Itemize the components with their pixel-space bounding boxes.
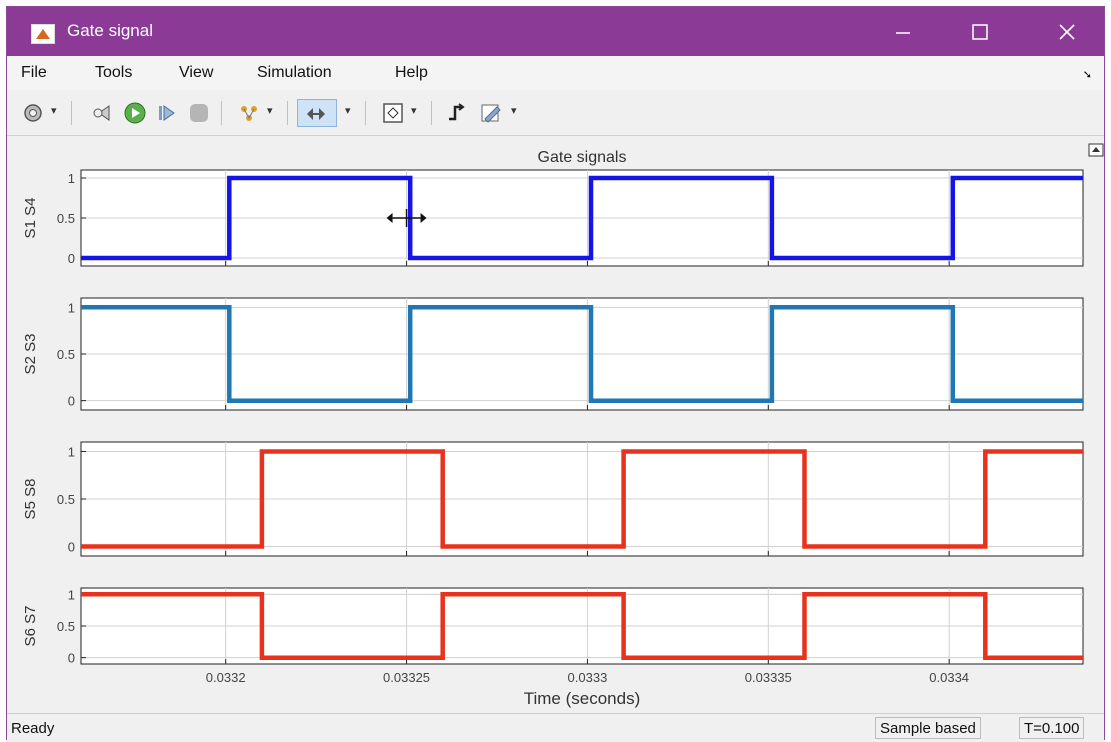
- settings-dropdown[interactable]: [51, 104, 61, 119]
- y-axis-label: S1 S4: [22, 198, 39, 239]
- y-tick-label: 0: [68, 540, 75, 555]
- menu-tools[interactable]: Tools: [95, 64, 132, 82]
- maximize-button[interactable]: [957, 15, 1003, 49]
- x-axis-label: Time (seconds): [524, 689, 641, 708]
- y-axis-label: S5 S8: [22, 479, 39, 520]
- signal-selector-icon[interactable]: [237, 101, 261, 125]
- status-text: Ready: [11, 720, 55, 737]
- zoom-button[interactable]: [297, 99, 337, 127]
- menu-file[interactable]: File: [21, 64, 47, 82]
- y-tick-label: 0.5: [57, 619, 75, 634]
- stop-icon[interactable]: [187, 101, 211, 125]
- x-tick-label: 0.0333: [568, 670, 608, 685]
- signal-selector-dropdown[interactable]: [267, 104, 277, 119]
- toolbar-separator: [365, 101, 366, 125]
- maximize-icon: [972, 24, 988, 40]
- menu-simulation[interactable]: Simulation: [257, 64, 332, 82]
- y-axis-label: S6 S7: [22, 606, 39, 647]
- toolbar-separator: [287, 101, 288, 125]
- minimize-icon: [896, 32, 910, 34]
- zoom-dropdown[interactable]: [345, 104, 355, 119]
- window-title: Gate signal: [67, 21, 153, 40]
- title-bar: Gate signal: [7, 7, 1104, 56]
- y-tick-label: 0.5: [57, 211, 75, 226]
- x-tick-label: 0.03325: [383, 670, 430, 685]
- y-tick-label: 0: [68, 394, 75, 409]
- fit-view-dropdown[interactable]: [411, 104, 421, 119]
- axes-layer: 0 0.5 1 S1 S4 Gate signals 0 0.5 1 S2 S3 0 0.5 1 S5 …: [22, 143, 1104, 708]
- y-tick-label: 1: [68, 445, 75, 460]
- y-tick-label: 1: [68, 300, 75, 315]
- sample-mode-indicator: Sample based: [875, 717, 981, 739]
- y-axis-label: S2 S3: [22, 334, 39, 375]
- status-bar: Ready Sample based T=0.100: [7, 713, 1104, 742]
- y-tick-label: 0: [68, 651, 75, 666]
- style-icon[interactable]: [479, 101, 503, 125]
- y-tick-label: 0.5: [57, 492, 75, 507]
- y-tick-label: 1: [68, 171, 75, 186]
- undock-icon[interactable]: ➘: [1083, 68, 1092, 81]
- run-icon[interactable]: [123, 101, 147, 125]
- menu-view[interactable]: View: [179, 64, 213, 82]
- toolbar-separator: [71, 101, 72, 125]
- y-tick-label: 0.5: [57, 347, 75, 362]
- plot-area: 0 0.5 1 S1 S4 Gate signals 0 0.5 1 S2 S3 0 0.5 1 S5 …: [7, 136, 1104, 711]
- trigger-icon[interactable]: [445, 101, 469, 125]
- menu-help[interactable]: Help: [395, 64, 428, 82]
- scope-window: Gate signal File Tools View Simulation H…: [6, 6, 1105, 742]
- x-tick-label: 0.0332: [206, 670, 246, 685]
- toolbar: [7, 91, 1104, 136]
- step-back-icon[interactable]: [91, 101, 115, 125]
- menu-bar: File Tools View Simulation Help ➘: [7, 56, 1104, 90]
- y-tick-label: 0: [68, 251, 75, 266]
- chart-title: Gate signals: [538, 149, 627, 166]
- y-tick-label: 1: [68, 587, 75, 602]
- zoom-icon: [307, 108, 325, 120]
- settings-icon[interactable]: [21, 101, 45, 125]
- close-icon: [1059, 24, 1075, 40]
- toolbar-separator: [431, 101, 432, 125]
- matlab-logo-icon: [31, 24, 55, 44]
- sim-time-indicator: T=0.100: [1019, 717, 1085, 739]
- toolbar-separator: [221, 101, 222, 125]
- style-dropdown[interactable]: [511, 104, 521, 119]
- x-tick-label: 0.03335: [745, 670, 792, 685]
- scope-chart[interactable]: 0 0.5 1 S1 S4 Gate signals 0 0.5 1 S2 S3 0 0.5 1 S5 …: [7, 136, 1106, 711]
- minimize-button[interactable]: [880, 15, 926, 49]
- fit-view-icon[interactable]: [381, 101, 405, 125]
- x-tick-label: 0.0334: [929, 670, 969, 685]
- close-button[interactable]: [1044, 15, 1090, 49]
- step-forward-icon[interactable]: [155, 101, 179, 125]
